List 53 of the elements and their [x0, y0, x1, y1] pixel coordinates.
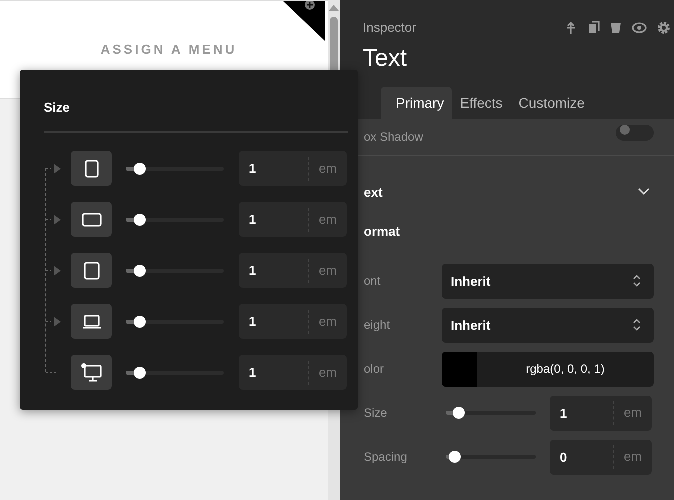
slider-thumb[interactable]	[134, 214, 146, 226]
pin-icon[interactable]	[564, 20, 578, 34]
branch-arrow-icon	[46, 316, 62, 326]
color-swatch[interactable]	[442, 352, 477, 386]
slider-thumb[interactable]	[134, 264, 146, 276]
tablet-icon	[82, 212, 102, 228]
copy-icon[interactable]	[588, 21, 600, 34]
element-heading: Text	[363, 45, 408, 73]
tab[interactable]: Primary	[381, 87, 452, 119]
corner-add-icon[interactable]	[283, 1, 325, 41]
color-field[interactable]: rgba(0, 0, 0, 1)	[442, 352, 654, 386]
number-field[interactable]: 1 em	[239, 202, 347, 237]
slider-thumb[interactable]	[134, 366, 146, 378]
number-field[interactable]: 0 em	[550, 440, 652, 474]
field-label: Spacing	[364, 450, 408, 464]
device-button[interactable]	[71, 355, 112, 390]
field-label: eight	[364, 318, 392, 332]
device-button[interactable]	[71, 151, 112, 186]
device-button[interactable]	[71, 253, 112, 288]
number-field[interactable]: 1 em	[239, 151, 347, 186]
select-field[interactable]: Inherit	[442, 308, 654, 342]
number-field[interactable]: 1 em	[239, 253, 347, 288]
number-field[interactable]: 1 em	[239, 355, 347, 390]
tab[interactable]: Customize	[510, 87, 593, 119]
panel-title: Inspector	[363, 20, 416, 35]
slider-thumb[interactable]	[452, 407, 465, 419]
trash-icon[interactable]	[610, 21, 622, 34]
section-title[interactable]: ext	[364, 184, 383, 200]
field-label: ont	[364, 274, 382, 288]
group-title: ormat	[364, 224, 402, 239]
updown-icon	[632, 274, 642, 288]
eye-icon[interactable]	[632, 22, 647, 34]
device-button[interactable]	[71, 304, 112, 339]
chevron-icon[interactable]	[638, 188, 650, 196]
popover-title: Size	[44, 100, 72, 115]
desktop-icon	[80, 362, 102, 382]
slider-thumb[interactable]	[134, 316, 146, 328]
slider-thumb[interactable]	[134, 162, 146, 174]
settings-icon[interactable]	[657, 20, 671, 34]
updown-icon	[632, 318, 642, 332]
slider-thumb[interactable]	[449, 451, 461, 463]
laptop-icon	[82, 314, 102, 330]
field-label: ox Shadow	[364, 130, 424, 144]
select-field[interactable]: Inherit	[442, 264, 654, 298]
tab[interactable]: Effects	[452, 87, 511, 119]
number-field[interactable]: 1 em	[239, 304, 347, 339]
field-label: Size	[364, 406, 388, 420]
field-label: olor	[364, 362, 386, 376]
toggle-switch[interactable]	[616, 125, 654, 141]
phone-icon	[84, 160, 98, 178]
tablet-icon	[82, 262, 100, 280]
device-button[interactable]	[71, 202, 112, 237]
number-field[interactable]: 1 em	[550, 396, 652, 430]
